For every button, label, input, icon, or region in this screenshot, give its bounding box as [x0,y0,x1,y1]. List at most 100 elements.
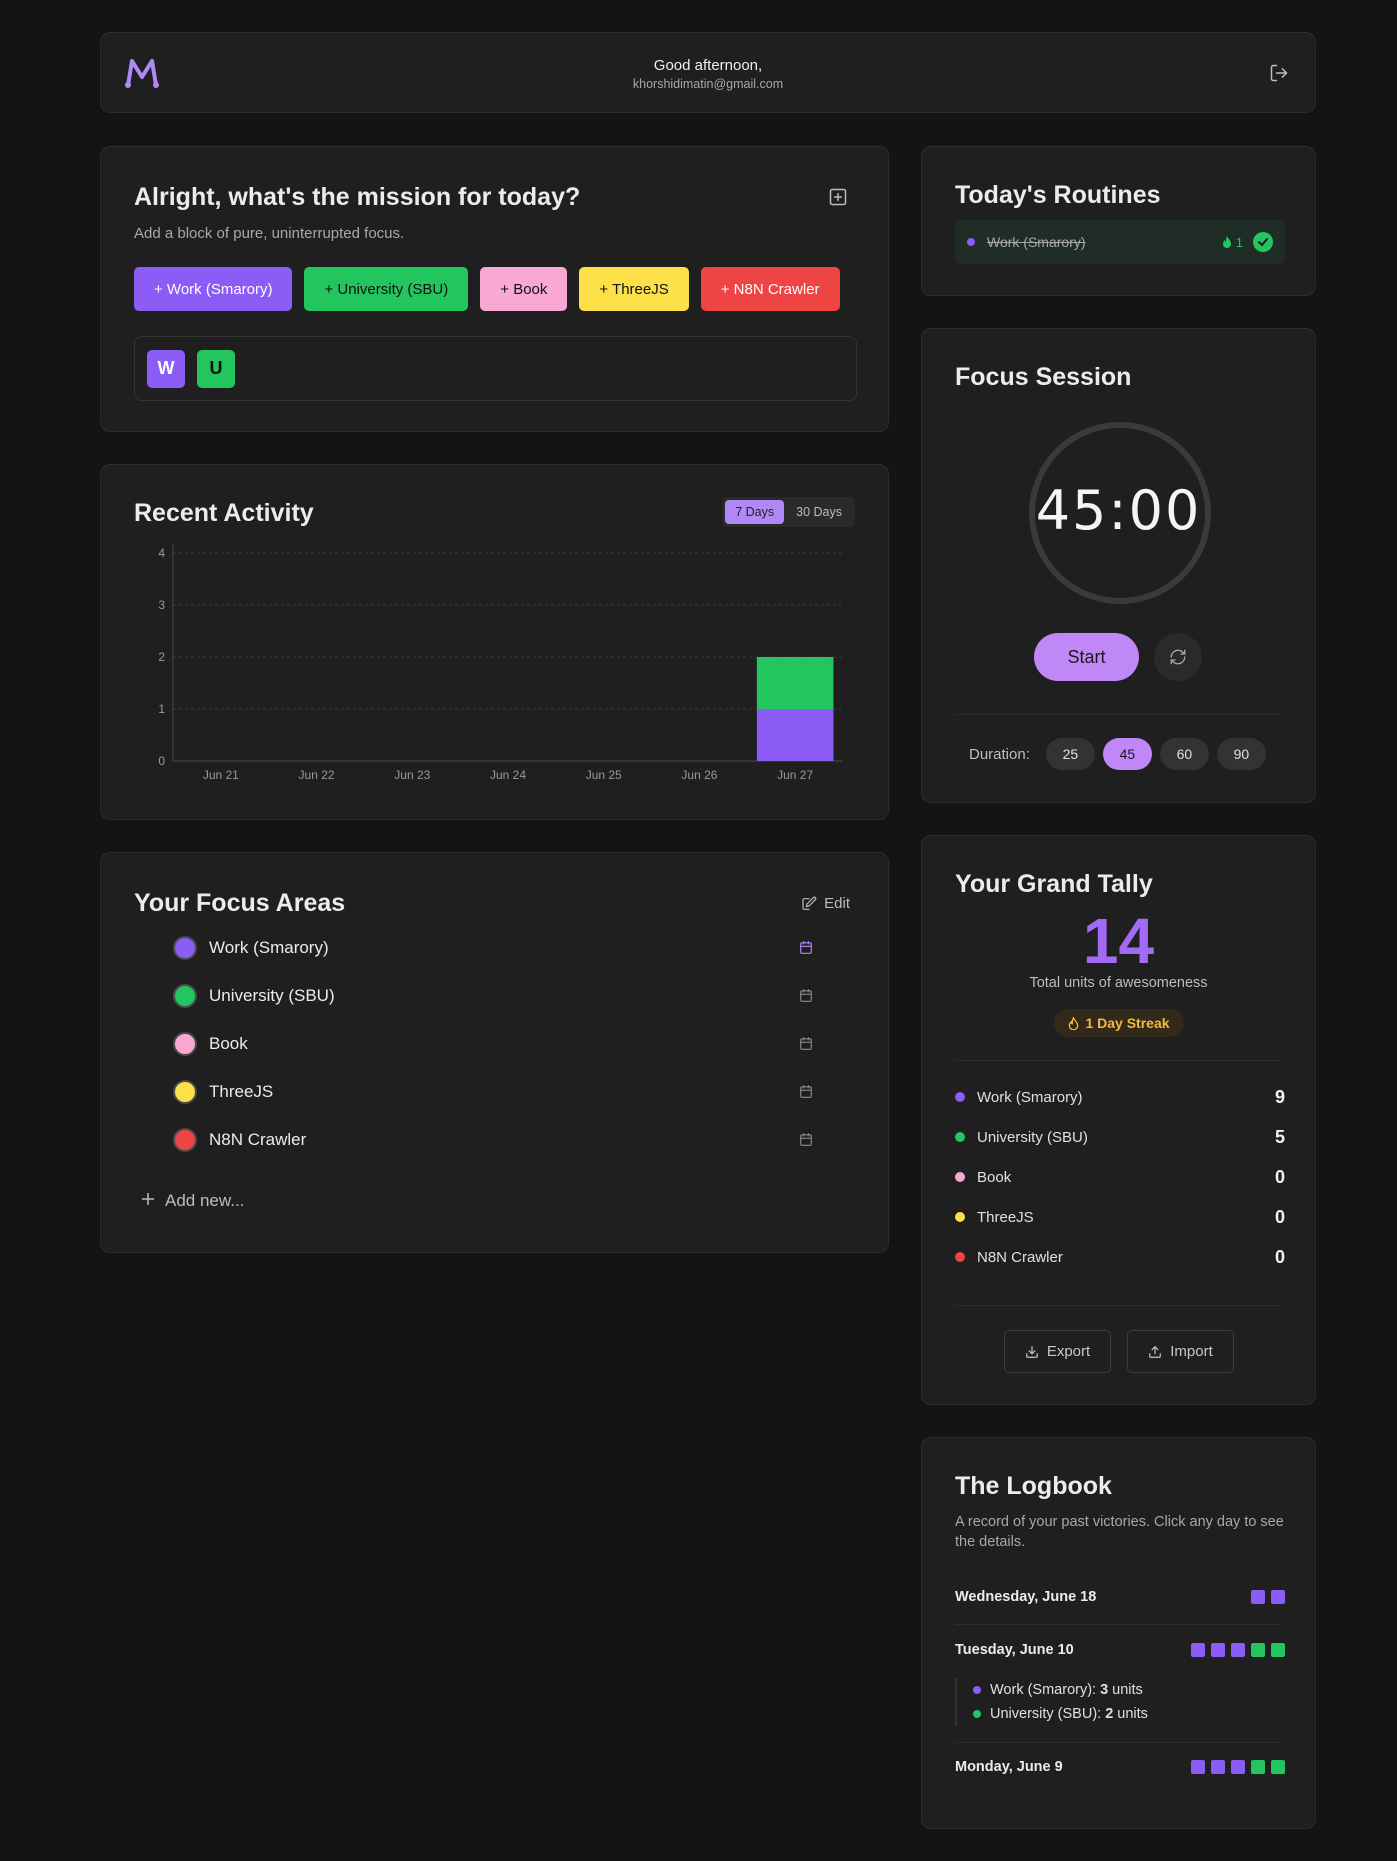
calendar-icon[interactable] [799,988,813,1008]
tally-name: ThreeJS [977,1208,1034,1226]
edit-icon [802,896,817,910]
logbook-day[interactable]: Monday, June 9 [955,1757,1285,1777]
greeting-text: Good afternoon, [653,57,763,74]
mission-card: Alright, what's the mission for today? A… [100,146,889,432]
area-name: Book [209,1034,248,1053]
logbook-card: The Logbook A record of your past victor… [921,1437,1316,1829]
area-color-dot[interactable] [173,1032,197,1056]
logbook-description: A record of your past victories. Click a… [955,1514,1284,1550]
duration-90[interactable]: 90 [1216,738,1266,770]
greeting-block: Good afternoon, khorshidimatin@gmail.com [101,57,1315,91]
focus-areas-card: Your Focus Areas Edit Work (Smarory) Univ… [100,852,889,1253]
timer-display: 45:00 [1035,479,1202,542]
calendar-icon[interactable] [799,1036,813,1056]
session-chip[interactable]: U [197,349,235,388]
duration-25[interactable]: 25 [1045,738,1095,770]
routine-name: Work (Smarory) [987,234,1086,250]
focus-area-row[interactable]: Book [173,1029,813,1059]
tally-divider [955,1060,1282,1061]
edit-button[interactable]: Edit [801,895,850,912]
quick-add-button[interactable]: + ThreeJS [579,267,689,311]
plus-icon [141,1191,155,1211]
x-tick-label: Jun 25 [586,768,622,781]
tally-row: N8N Crawler 0 [955,1245,1285,1269]
quick-add-button[interactable]: + University (SBU) [304,267,469,311]
routines-card: Today's Routines Work (Smarory) 1 [921,146,1316,296]
focus-area-row[interactable]: N8N Crawler [173,1125,813,1155]
add-area-button[interactable]: Add new... [141,1191,244,1211]
tally-value: 0 [1274,1166,1285,1187]
quick-add-button[interactable]: + Book [480,267,568,311]
logbook-day[interactable]: Tuesday, June 10 [955,1640,1285,1660]
quick-add-button[interactable]: + Work (Smarory) [134,267,293,311]
start-button[interactable]: Start [1034,633,1139,681]
tally-dot [955,1212,965,1222]
duration-45[interactable]: 45 [1102,738,1152,770]
tally-dot [955,1132,965,1142]
x-tick-label: Jun 21 [203,768,239,781]
logbook-square [1271,1590,1285,1604]
duration-60[interactable]: 60 [1159,738,1209,770]
reset-button[interactable] [1154,633,1202,681]
area-color-dot[interactable] [173,1128,197,1152]
routine-streak: 1 [1222,235,1243,250]
export-button[interactable]: Export [1004,1330,1111,1373]
area-color-dot[interactable] [173,1080,197,1104]
y-tick-label: 2 [158,650,165,664]
download-icon [1025,1345,1038,1358]
export-label: Export [1046,1343,1091,1360]
logout-icon[interactable] [1269,63,1289,88]
x-tick-label: Jun 23 [394,768,430,781]
check-icon[interactable] [1253,232,1273,252]
range-7-days[interactable]: 7 Days [725,500,785,524]
x-tick-label: Jun 27 [777,768,813,781]
routine-dot [967,238,975,246]
tally-value: 9 [1274,1086,1285,1107]
tally-value: 0 [1274,1246,1285,1267]
import-button[interactable]: Import [1127,1330,1234,1373]
tally-total-label: Total units of awesomeness [1029,975,1208,991]
logbook-square [1191,1760,1205,1774]
activity-chart: 0 1 2 3 4 Jun 21 Jun 22 Jun 23 Jun 24 Jun 25 Jun 2… [158,545,843,781]
y-tick-label: 4 [158,546,165,560]
area-color-dot[interactable] [173,984,197,1008]
focus-area-row[interactable]: University (SBU) [173,981,813,1011]
logbook-day[interactable]: Wednesday, June 18 [955,1587,1285,1607]
calendar-icon[interactable] [799,940,813,960]
focus-area-row[interactable]: ThreeJS [173,1077,813,1107]
tally-row: Work (Smarory) 9 [955,1085,1285,1109]
logbook-square [1211,1760,1225,1774]
calendar-icon[interactable] [799,1132,813,1152]
user-email: khorshidimatin@gmail.com [632,77,784,91]
routine-item[interactable]: Work (Smarory) 1 [955,220,1285,264]
session-divider [955,714,1282,715]
quick-add-button[interactable]: + N8N Crawler [700,267,840,311]
refresh-icon [1170,649,1186,665]
streak-label: 1 Day Streak [1085,1015,1170,1031]
logbook-square [1251,1760,1265,1774]
logbook-square [1231,1760,1245,1774]
logbook-detail-row: University (SBU): 2 units [973,1702,1148,1726]
tally-divider [955,1305,1282,1306]
flame-icon [1222,236,1231,248]
focus-area-row[interactable]: Work (Smarory) [173,933,813,963]
session-chip[interactable]: W [147,349,185,388]
calendar-icon[interactable] [799,1084,813,1104]
area-color-dot[interactable] [173,936,197,960]
area-name: University (SBU) [209,986,335,1005]
tally-dot [955,1092,965,1102]
chart-bar-series-2 [756,657,834,709]
upload-icon [1149,1345,1162,1358]
recent-activity-card: Recent Activity 7 Days 30 Days 0 1 2 3 4 Jun … [100,464,889,820]
logbook-square [1271,1643,1285,1657]
activity-title: Recent Activity [134,499,314,527]
x-tick-label: Jun 24 [490,768,526,781]
detail-dot [973,1710,981,1718]
y-tick-label: 0 [158,754,165,768]
tally-value: 0 [1274,1206,1285,1227]
import-label: Import [1170,1343,1213,1360]
range-30-days[interactable]: 30 Days [786,500,852,524]
add-new-label: Add new... [165,1191,245,1210]
tally-total: 14 [1082,905,1155,977]
plus-square-icon[interactable] [828,187,848,212]
